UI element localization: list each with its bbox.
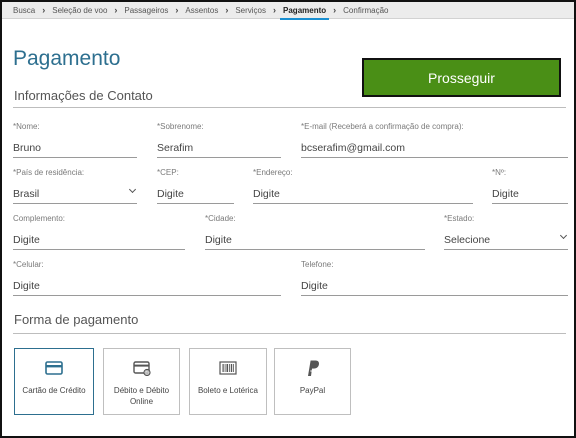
svg-text:@: @ bbox=[144, 370, 149, 375]
nome-input[interactable]: Bruno bbox=[13, 141, 137, 155]
cidade-input[interactable]: Digite bbox=[205, 233, 425, 247]
celular-input[interactable]: Digite bbox=[13, 279, 281, 293]
breadcrumb-pagamento: Pagamento bbox=[280, 5, 330, 20]
nome-field[interactable]: *Nome: Bruno bbox=[13, 122, 137, 158]
nome-underline bbox=[13, 157, 137, 158]
estado-select[interactable]: Selecione bbox=[444, 233, 568, 247]
complemento-underline bbox=[13, 249, 185, 250]
page-frame: Busca › Seleção de voo › Passageiros › A… bbox=[0, 0, 576, 438]
cep-field[interactable]: *CEP: Digite bbox=[157, 168, 234, 204]
numero-field[interactable]: *Nº: Digite bbox=[492, 168, 568, 204]
page-title: Pagamento bbox=[13, 47, 121, 70]
breadcrumb-separator: › bbox=[175, 5, 179, 15]
barcode-icon bbox=[219, 359, 237, 377]
estado-underline bbox=[444, 249, 568, 250]
pais-label: *País de residência: bbox=[13, 168, 85, 177]
cidade-field[interactable]: *Cidade: Digite bbox=[205, 214, 425, 250]
breadcrumb-separator: › bbox=[333, 5, 337, 15]
breadcrumb-separator: › bbox=[225, 5, 229, 15]
telefone-field[interactable]: Telefone: Digite bbox=[301, 260, 568, 296]
contact-section-divider bbox=[13, 107, 566, 108]
estado-label: *Estado: bbox=[444, 214, 475, 223]
breadcrumb-separator: › bbox=[42, 5, 46, 15]
payment-option-credit-card[interactable]: Cartão de Crédito bbox=[14, 348, 94, 415]
debit-card-icon: @ bbox=[132, 359, 151, 377]
payment-section-title: Forma de pagamento bbox=[14, 312, 139, 327]
complemento-field[interactable]: Complemento: Digite bbox=[13, 214, 185, 250]
payment-section-divider bbox=[13, 333, 566, 334]
sobrenome-input[interactable]: Serafim bbox=[157, 141, 281, 155]
payment-option-paypal[interactable]: PayPal bbox=[274, 348, 351, 415]
cidade-label: *Cidade: bbox=[205, 214, 236, 223]
proceed-button-label: Prosseguir bbox=[428, 69, 495, 86]
payment-option-debit[interactable]: @ Débito e Débito Online bbox=[103, 348, 180, 415]
cep-underline bbox=[157, 203, 234, 204]
breadcrumb: Busca › Seleção de voo › Passageiros › A… bbox=[2, 2, 574, 20]
proceed-button[interactable]: Prosseguir bbox=[362, 58, 561, 97]
numero-label: *Nº: bbox=[492, 168, 507, 177]
email-label: *E-mail (Receberá a confirmação de compr… bbox=[301, 122, 464, 131]
breadcrumb-busca[interactable]: Busca bbox=[12, 6, 36, 15]
telefone-underline bbox=[301, 295, 568, 296]
endereco-underline bbox=[253, 203, 473, 204]
breadcrumb-confirmacao: Confirmação bbox=[343, 5, 389, 15]
breadcrumb-separator: › bbox=[114, 5, 118, 15]
nome-label: *Nome: bbox=[13, 122, 40, 131]
endereco-input[interactable]: Digite bbox=[253, 187, 473, 201]
payment-option-label: Cartão de Crédito bbox=[22, 386, 86, 395]
complemento-label: Complemento: bbox=[13, 214, 66, 223]
breadcrumb-separator: › bbox=[273, 5, 277, 15]
sobrenome-underline bbox=[157, 157, 281, 158]
email-input[interactable]: bcserafim@gmail.com bbox=[301, 141, 568, 155]
endereco-label: *Endereço: bbox=[253, 168, 293, 177]
telefone-label: Telefone: bbox=[301, 260, 334, 269]
sobrenome-field[interactable]: *Sobrenome: Serafim bbox=[157, 122, 281, 158]
celular-underline bbox=[13, 295, 281, 296]
payment-option-label: PayPal bbox=[299, 386, 326, 395]
breadcrumb-passageiros[interactable]: Passageiros bbox=[123, 6, 169, 15]
email-underline bbox=[301, 157, 568, 158]
breadcrumb-assentos[interactable]: Assentos bbox=[184, 6, 219, 15]
paypal-icon bbox=[305, 359, 321, 377]
endereco-field[interactable]: *Endereço: Digite bbox=[253, 168, 473, 204]
celular-field[interactable]: *Celular: Digite bbox=[13, 260, 281, 296]
numero-underline bbox=[492, 203, 568, 204]
cidade-underline bbox=[205, 249, 425, 250]
cep-input[interactable]: Digite bbox=[157, 187, 234, 201]
celular-label: *Celular: bbox=[13, 260, 44, 269]
breadcrumb-selecao-de-voo[interactable]: Seleção de voo bbox=[51, 6, 108, 15]
pais-select[interactable]: Brasil bbox=[13, 187, 137, 201]
breadcrumb-servicos[interactable]: Serviços bbox=[234, 6, 267, 15]
payment-option-label: Débito e Débito Online bbox=[113, 386, 170, 406]
pais-field[interactable]: *País de residência: Brasil bbox=[13, 168, 137, 204]
contact-section-title: Informações de Contato bbox=[14, 88, 153, 103]
payment-option-boleto[interactable]: Boleto e Lotérica bbox=[189, 348, 267, 415]
email-field[interactable]: *E-mail (Receberá a confirmação de compr… bbox=[301, 122, 568, 158]
cep-label: *CEP: bbox=[157, 168, 179, 177]
payment-option-label: Boleto e Lotérica bbox=[197, 386, 259, 395]
estado-field[interactable]: *Estado: Selecione bbox=[444, 214, 568, 250]
telefone-input[interactable]: Digite bbox=[301, 279, 568, 293]
complemento-input[interactable]: Digite bbox=[13, 233, 185, 247]
pais-underline bbox=[13, 203, 137, 204]
credit-card-icon bbox=[45, 359, 63, 377]
numero-input[interactable]: Digite bbox=[492, 187, 568, 201]
sobrenome-label: *Sobrenome: bbox=[157, 122, 204, 131]
